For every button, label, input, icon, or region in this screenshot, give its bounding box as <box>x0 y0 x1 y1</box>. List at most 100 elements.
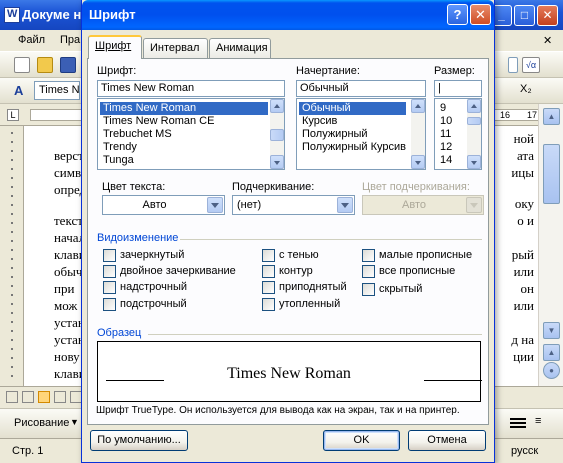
prev-page-icon[interactable]: ▲ <box>543 344 560 361</box>
hidden-checkbox[interactable] <box>362 283 375 296</box>
tab-animation-label: Анимация <box>216 42 268 54</box>
style-list-item[interactable]: Обычный <box>299 102 406 115</box>
chevron-down-icon[interactable] <box>337 197 353 213</box>
scroll-up-icon[interactable] <box>467 99 481 113</box>
default-button[interactable]: По умолчанию... <box>90 430 188 451</box>
style-list-item[interactable]: Курсив <box>299 115 337 128</box>
tab-stop-icon[interactable]: L <box>7 109 19 121</box>
browse-object-icon[interactable]: ● <box>543 362 560 379</box>
emboss-label[interactable]: приподнятый <box>279 281 347 293</box>
size-list-scrollbar[interactable] <box>467 99 481 169</box>
subscript-label[interactable]: подстрочный <box>120 298 187 310</box>
doc-text-line: ата <box>516 148 534 163</box>
size-list-item[interactable]: 14 <box>437 154 452 167</box>
text-color-combo[interactable]: Авто <box>102 195 225 215</box>
size-listbox[interactable]: 9 10 11 12 14 <box>434 98 482 170</box>
subscript-checkbox[interactable] <box>103 298 116 311</box>
document-vscroll[interactable]: ▲ ▼ ▲ ● <box>538 104 563 386</box>
font-list-scrollbar[interactable] <box>270 99 284 169</box>
font-name-input[interactable]: Times New Roman <box>97 80 285 97</box>
dash-style-icon[interactable]: ≡ <box>535 415 541 427</box>
font-list-item[interactable]: Trendy <box>100 141 137 154</box>
font-list-item[interactable]: Times New Roman <box>100 102 268 115</box>
equation-icon[interactable]: √α <box>522 57 540 73</box>
style-list-item[interactable]: Полужирный Курсив <box>299 141 406 154</box>
all-caps-label[interactable]: все прописные <box>379 265 455 277</box>
print-view-icon[interactable] <box>38 391 50 403</box>
superscript-checkbox[interactable] <box>103 281 116 294</box>
superscript-label[interactable]: надстрочный <box>120 281 187 293</box>
hidden-label[interactable]: скрытый <box>379 283 422 295</box>
new-doc-icon[interactable] <box>14 57 30 73</box>
shadow-label[interactable]: с тенью <box>279 249 319 261</box>
tab-animation[interactable]: Анимация <box>209 38 271 58</box>
toolbar-dropdown-icon[interactable] <box>508 57 518 73</box>
font-list-item[interactable]: Times New Roman CE <box>100 115 214 128</box>
font-list-item[interactable]: Tunga <box>100 154 134 167</box>
cancel-button[interactable]: Отмена <box>408 430 486 451</box>
normal-view-icon[interactable] <box>6 391 18 403</box>
open-folder-icon[interactable] <box>37 57 53 73</box>
scroll-down-icon[interactable] <box>411 155 425 169</box>
scroll-down-icon[interactable]: ▼ <box>543 322 560 339</box>
scroll-down-icon[interactable] <box>270 155 284 169</box>
size-label: Размер: <box>434 65 475 77</box>
maximize-icon[interactable]: □ <box>514 5 535 26</box>
scroll-thumb[interactable] <box>270 129 284 141</box>
style-listbox[interactable]: Обычный Курсив Полужирный Полужирный Кур… <box>296 98 426 170</box>
save-icon[interactable] <box>60 57 76 73</box>
emboss-checkbox[interactable] <box>262 281 275 294</box>
double-strikethrough-checkbox[interactable] <box>103 265 116 278</box>
menu-file[interactable]: Файл <box>18 34 45 46</box>
scroll-down-icon[interactable] <box>467 155 481 169</box>
chevron-down-icon[interactable] <box>207 197 223 213</box>
engrave-label[interactable]: утопленный <box>279 298 340 310</box>
scroll-thumb[interactable] <box>467 117 481 125</box>
all-caps-checkbox[interactable] <box>362 265 375 278</box>
outline-checkbox[interactable] <box>262 265 275 278</box>
outline-label[interactable]: контур <box>279 265 313 277</box>
drawing-dropdown-icon[interactable]: ▼ <box>70 417 79 427</box>
small-caps-checkbox[interactable] <box>362 249 375 262</box>
word-close-icon[interactable]: ✕ <box>537 5 558 26</box>
doc-text-line: текст <box>54 213 83 228</box>
scroll-thumb[interactable] <box>543 144 560 204</box>
font-name-box[interactable]: Times Nev <box>34 81 80 100</box>
subscript-icon[interactable]: X₂ <box>520 83 536 99</box>
engrave-checkbox[interactable] <box>262 298 275 311</box>
doc-text-line: мож <box>54 298 78 313</box>
close-icon[interactable]: ✕ <box>470 4 491 25</box>
size-list-item[interactable]: 12 <box>437 141 452 154</box>
size-list-item[interactable]: 9 <box>437 102 446 115</box>
size-list-item[interactable]: 11 <box>437 128 451 141</box>
font-list-item[interactable]: Trebuchet MS <box>100 128 172 141</box>
double-strikethrough-label[interactable]: двойное зачеркивание <box>120 265 236 277</box>
underline-color-value: Авто <box>402 199 426 211</box>
small-caps-label[interactable]: малые прописные <box>379 249 472 261</box>
style-list-item[interactable]: Полужирный <box>299 128 368 141</box>
drawing-menu[interactable]: Рисование <box>14 417 69 429</box>
scroll-up-icon[interactable] <box>411 99 425 113</box>
font-listbox[interactable]: Times New Roman Times New Roman CE Trebu… <box>97 98 285 170</box>
underline-combo[interactable]: (нет) <box>232 195 355 215</box>
menu-close-doc-icon[interactable]: ✕ <box>543 34 552 47</box>
web-view-icon[interactable] <box>22 391 34 403</box>
style-list-scrollbar[interactable] <box>411 99 425 169</box>
shadow-checkbox[interactable] <box>262 249 275 262</box>
styles-icon[interactable]: A <box>14 83 30 99</box>
style-input[interactable]: Обычный <box>296 80 426 97</box>
tab-spacing[interactable]: Интервал <box>143 38 208 58</box>
line-style-icon[interactable] <box>510 418 526 420</box>
scroll-up-icon[interactable]: ▲ <box>543 108 560 125</box>
strikethrough-label[interactable]: зачеркнутый <box>120 249 184 261</box>
size-input[interactable]: | <box>434 80 482 97</box>
ruler-num-16: 16 <box>500 110 511 120</box>
scroll-up-icon[interactable] <box>270 99 284 113</box>
menu-edit[interactable]: Пра <box>60 34 80 46</box>
tab-font[interactable]: Шрифт <box>88 35 142 59</box>
size-list-item[interactable]: 10 <box>437 115 452 128</box>
strikethrough-checkbox[interactable] <box>103 249 116 262</box>
help-icon[interactable]: ? <box>447 4 468 25</box>
ok-button[interactable]: OK <box>323 430 400 451</box>
outline-view-icon[interactable] <box>54 391 66 403</box>
